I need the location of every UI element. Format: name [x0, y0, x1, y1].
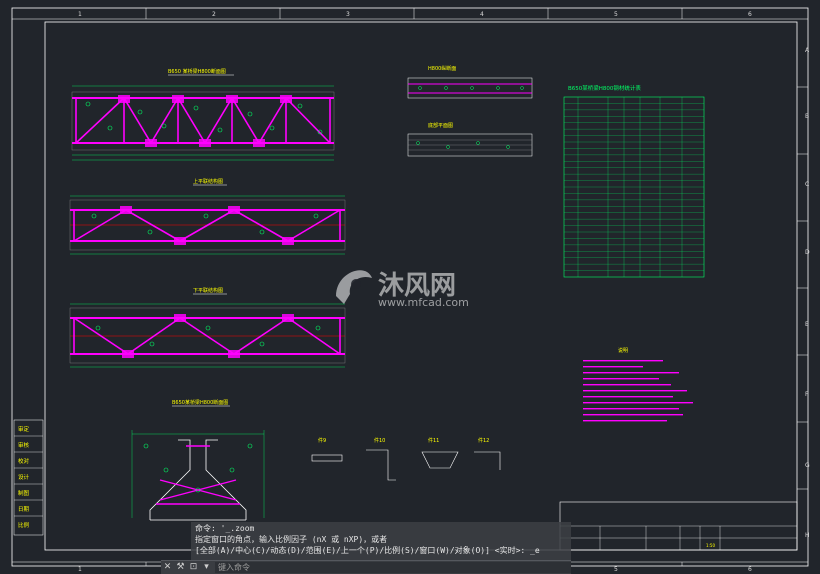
ruler-letter: G — [805, 462, 810, 469]
command-prompt-icon[interactable]: ⊡ — [187, 561, 200, 574]
chevron-down-icon[interactable]: ▾ — [200, 561, 213, 574]
ruler-number: 1 — [78, 11, 82, 18]
design-notes: 说明 — [583, 347, 693, 422]
truss-elevation — [71, 85, 335, 161]
ruler-number: 5 — [614, 11, 618, 18]
stamp-label: 设计 — [18, 473, 30, 481]
small-view-title: 底部平面图 — [428, 122, 453, 129]
ruler-letter: C — [805, 181, 809, 188]
cross-section-view — [131, 430, 265, 521]
view-title: 上平联结构图 — [193, 178, 223, 185]
command-history: 命令: '_.zoom 指定窗口的角点，输入比例因子 (nX 或 nXP)，或者… — [191, 522, 571, 560]
detail-label: 件10 — [374, 437, 385, 444]
view-title: 下平联结构图 — [193, 287, 223, 294]
ruler-number: 1 — [78, 566, 82, 573]
wrench-icon[interactable]: ⚒ — [174, 561, 187, 574]
side-ruler-labels: A B C D E F G H — [805, 47, 810, 539]
watermark: 沐风网 www.mfcad.com — [336, 270, 469, 309]
ruler-letter: A — [805, 47, 810, 54]
stamp-label: 审定 — [18, 425, 30, 433]
ruler-number: 4 — [480, 11, 484, 18]
ruler-letter: H — [805, 532, 810, 539]
small-view-title: H800纵断面 — [428, 65, 456, 72]
truss-bottom-plan — [69, 303, 346, 368]
view-title: B650 某桥梁H800断面图 — [168, 68, 226, 75]
scale-value: 1:50 — [706, 543, 715, 548]
command-input[interactable] — [215, 562, 571, 573]
ruler-number: 5 — [614, 566, 618, 573]
table-title: B650某桥梁H800钢材统计表 — [568, 84, 641, 92]
side-ruler — [797, 86, 808, 490]
ruler-number: 2 — [212, 11, 216, 18]
svg-text:说明: 说明 — [618, 347, 628, 354]
title-block: 1:50 — [559, 501, 798, 551]
ruler-number: 6 — [748, 566, 752, 573]
part-details: 件9 件10 件11 件12 — [311, 437, 501, 481]
ruler-letter: F — [805, 391, 809, 398]
cad-drawing-canvas[interactable]: 1 2 3 4 5 6 1 5 6 A B C D E F G H B650 某… — [0, 0, 820, 574]
stamp-label: 校对 — [18, 457, 30, 465]
stamp-label: 比例 — [18, 521, 30, 529]
stamp-label: 日期 — [18, 506, 30, 513]
approval-stamps: 审定 审核 校对 设计 制图 日期 比例 — [13, 419, 44, 536]
ruler-number: 3 — [346, 11, 350, 18]
top-ruler-labels: 1 2 3 4 5 6 — [78, 11, 752, 18]
ruler-letter: E — [805, 321, 809, 328]
small-elevation-view — [407, 77, 533, 99]
detail-label: 件11 — [428, 437, 439, 444]
watermark-url: www.mfcad.com — [378, 296, 469, 309]
view-title: B650某桥梁H800断面图 — [172, 399, 228, 406]
material-table — [563, 96, 705, 278]
ruler-letter: B — [805, 113, 809, 120]
stamp-label: 制图 — [18, 489, 30, 497]
command-bar: ✕ ⚒ ⊡ ▾ — [161, 560, 571, 574]
command-history-line: [全部(A)/中心(C)/动态(D)/范围(E)/上一个(P)/比例(S)/窗口… — [195, 546, 540, 555]
command-history-line: 指定窗口的角点，输入比例因子 (nX 或 nXP)，或者 — [195, 535, 388, 544]
ruler-number: 6 — [748, 11, 752, 18]
ruler-letter: D — [805, 249, 810, 256]
detail-label: 件12 — [478, 437, 489, 444]
close-icon[interactable]: ✕ — [161, 561, 174, 574]
small-plan-view — [407, 133, 533, 157]
detail-label: 件9 — [318, 437, 326, 444]
stamp-label: 审核 — [18, 441, 30, 449]
top-ruler — [12, 8, 808, 20]
command-history-line: 命令: '_.zoom — [195, 524, 255, 533]
truss-top-plan — [69, 195, 346, 255]
